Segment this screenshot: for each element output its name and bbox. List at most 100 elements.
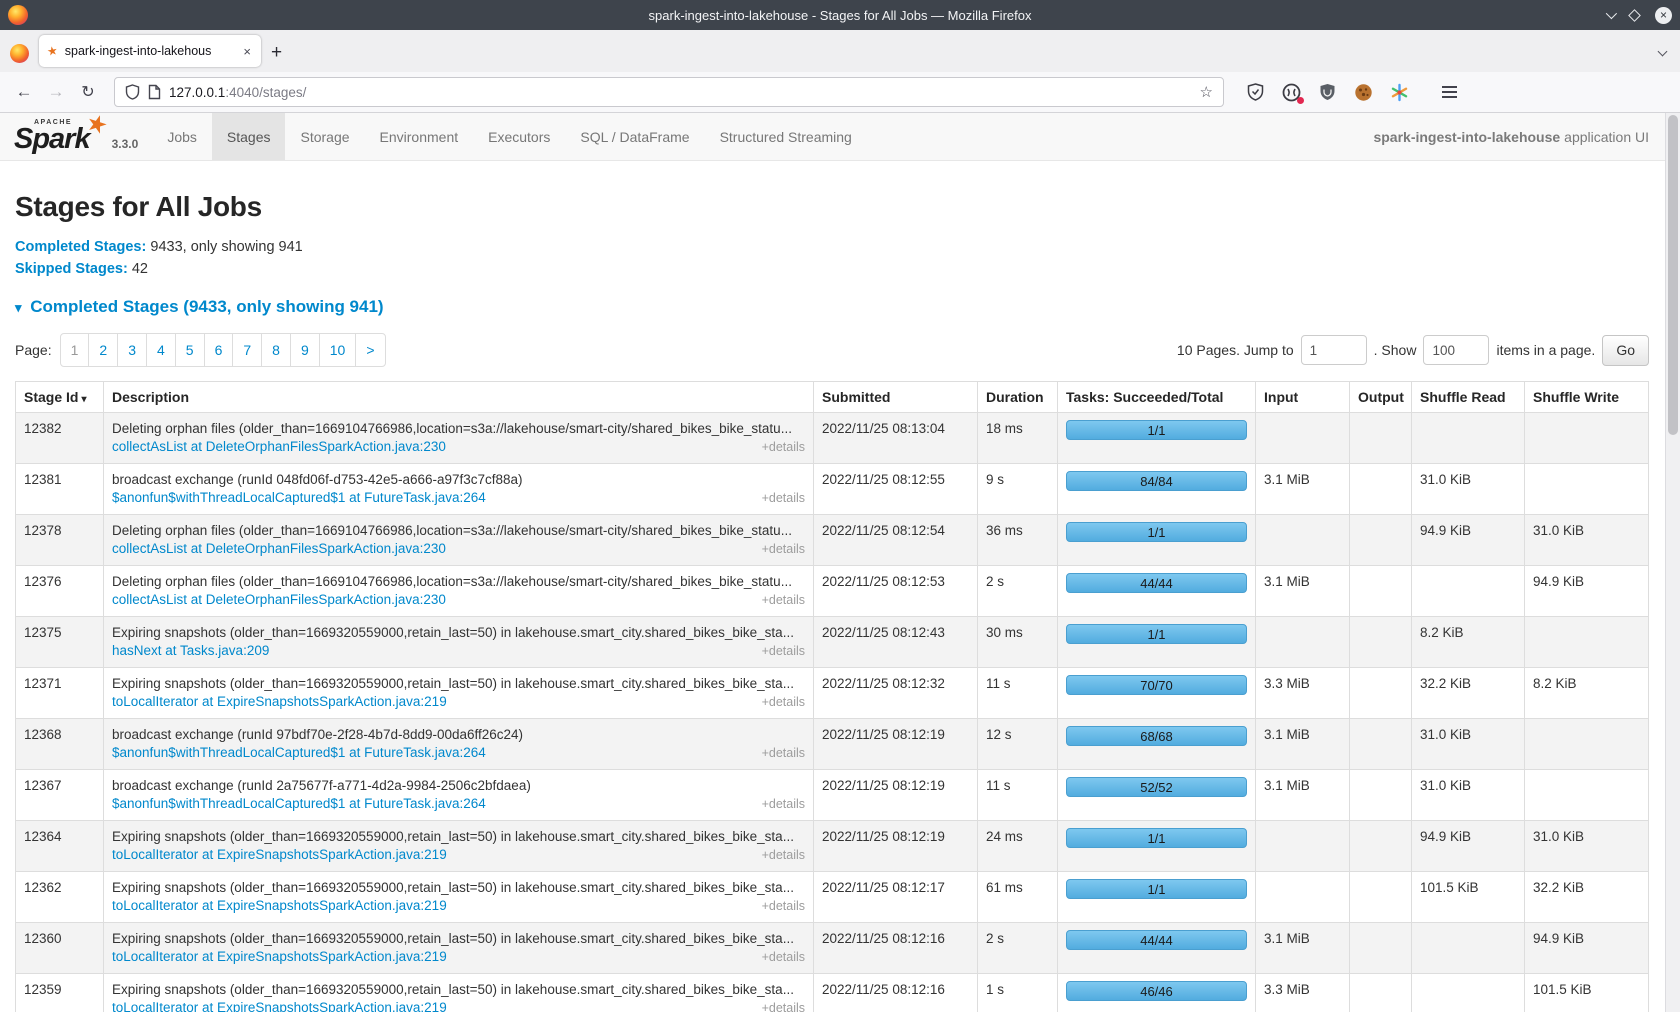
submitted-cell: 2022/11/25 08:12:16 xyxy=(814,923,978,974)
page-button-8[interactable]: 8 xyxy=(261,333,291,367)
details-toggle[interactable]: +details xyxy=(762,642,805,660)
details-toggle[interactable]: +details xyxy=(762,897,805,915)
stage-detail-link[interactable]: toLocalIterator at ExpireSnapshotsSparkA… xyxy=(112,948,447,966)
column-header-stage-id[interactable]: Stage Id▾ xyxy=(16,382,104,413)
extension-asterisk-icon[interactable] xyxy=(1390,83,1409,102)
description-cell: Deleting orphan files (older_than=166910… xyxy=(104,413,814,464)
stage-detail-link[interactable]: $anonfun$withThreadLocalCaptured$1 at Fu… xyxy=(112,795,486,813)
input-cell xyxy=(1256,413,1350,464)
stage-detail-link[interactable]: toLocalIterator at ExpireSnapshotsSparkA… xyxy=(112,846,447,864)
column-header-tasks-succeeded-total[interactable]: Tasks: Succeeded/Total xyxy=(1058,382,1256,413)
column-header-output[interactable]: Output xyxy=(1350,382,1412,413)
nav-item-jobs[interactable]: Jobs xyxy=(152,113,212,160)
url-bar[interactable]: 127.0.0.1:4040/stages/ ☆ xyxy=(114,77,1224,107)
scrollbar-thumb[interactable] xyxy=(1668,115,1678,435)
new-tab-button[interactable]: + xyxy=(271,43,282,62)
stage-detail-link[interactable]: toLocalIterator at ExpireSnapshotsSparkA… xyxy=(112,897,447,915)
stage-detail-link[interactable]: collectAsList at DeleteOrphanFilesSparkA… xyxy=(112,591,446,609)
go-button[interactable]: Go xyxy=(1602,335,1649,366)
spark-logo[interactable]: APACHE Spark ★ xyxy=(14,119,104,154)
page-button-4[interactable]: 4 xyxy=(146,333,176,367)
column-header-description[interactable]: Description xyxy=(104,382,814,413)
details-toggle[interactable]: +details xyxy=(762,744,805,762)
jump-to-page-input[interactable] xyxy=(1301,335,1367,365)
bookmark-star-icon[interactable]: ☆ xyxy=(1200,83,1213,101)
extension-container-icon[interactable] xyxy=(1282,83,1301,102)
page-button-3[interactable]: 3 xyxy=(117,333,147,367)
browser-tab[interactable]: ★ spark-ingest-into-lakehous × xyxy=(39,35,261,67)
page-button-6[interactable]: 6 xyxy=(204,333,234,367)
page-button-2[interactable]: 2 xyxy=(88,333,118,367)
back-button[interactable]: ← xyxy=(10,82,38,102)
details-toggle[interactable]: +details xyxy=(762,846,805,864)
nav-item-environment[interactable]: Environment xyxy=(365,113,474,160)
url-text[interactable]: 127.0.0.1:4040/stages/ xyxy=(169,85,1192,100)
output-cell xyxy=(1350,413,1412,464)
nav-item-sql-dataframe[interactable]: SQL / DataFrame xyxy=(565,113,704,160)
cookie-icon[interactable] xyxy=(1354,83,1373,102)
shuffle-write-cell: 31.0 KiB xyxy=(1525,821,1649,872)
nav-item-storage[interactable]: Storage xyxy=(285,113,364,160)
column-header-input[interactable]: Input xyxy=(1256,382,1350,413)
menu-icon[interactable] xyxy=(1442,86,1457,97)
details-toggle[interactable]: +details xyxy=(762,999,805,1012)
description-cell: Expiring snapshots (older_than=166932055… xyxy=(104,668,814,719)
nav-item-executors[interactable]: Executors xyxy=(473,113,565,160)
details-toggle[interactable]: +details xyxy=(762,489,805,507)
stage-detail-link[interactable]: collectAsList at DeleteOrphanFilesSparkA… xyxy=(112,540,446,558)
tasks-progress-bar: 1/1 xyxy=(1066,420,1247,440)
extension-shield-check-icon[interactable] xyxy=(1246,83,1265,102)
page-button-9[interactable]: 9 xyxy=(290,333,320,367)
stage-detail-link[interactable]: $anonfun$withThreadLocalCaptured$1 at Fu… xyxy=(112,744,486,762)
shuffle-read-cell: 94.9 KiB xyxy=(1412,515,1525,566)
page-info-icon[interactable] xyxy=(148,84,161,100)
description-cell: Deleting orphan files (older_than=166910… xyxy=(104,515,814,566)
stage-description: Expiring snapshots (older_than=166932055… xyxy=(112,981,805,999)
details-toggle[interactable]: +details xyxy=(762,948,805,966)
firefox-view-icon[interactable] xyxy=(10,44,29,63)
stage-detail-link[interactable]: toLocalIterator at ExpireSnapshotsSparkA… xyxy=(112,693,447,711)
column-header-duration[interactable]: Duration xyxy=(978,382,1058,413)
tasks-cell: 46/46 xyxy=(1058,974,1256,1012)
stage-detail-link[interactable]: hasNext at Tasks.java:209 xyxy=(112,642,269,660)
column-header-submitted[interactable]: Submitted xyxy=(814,382,978,413)
submitted-cell: 2022/11/25 08:12:19 xyxy=(814,719,978,770)
skipped-stages-label: Skipped Stages: xyxy=(15,261,128,277)
column-header-shuffle-read[interactable]: Shuffle Read xyxy=(1412,382,1525,413)
stage-detail-link[interactable]: toLocalIterator at ExpireSnapshotsSparkA… xyxy=(112,999,447,1012)
items-per-page-input[interactable] xyxy=(1423,335,1489,365)
completed-stages-label: Completed Stages: xyxy=(15,239,146,255)
shield-icon[interactable] xyxy=(125,84,140,100)
table-row: 12360Expiring snapshots (older_than=1669… xyxy=(16,923,1649,974)
nav-item-structured-streaming[interactable]: Structured Streaming xyxy=(705,113,867,160)
details-toggle[interactable]: +details xyxy=(762,540,805,558)
ublock-shield-icon[interactable] xyxy=(1318,83,1337,102)
tab-close-icon[interactable]: × xyxy=(241,43,253,60)
details-toggle[interactable]: +details xyxy=(762,438,805,456)
details-toggle[interactable]: +details xyxy=(762,795,805,813)
nav-item-stages[interactable]: Stages xyxy=(212,113,286,160)
stage-detail-link[interactable]: collectAsList at DeleteOrphanFilesSparkA… xyxy=(112,438,446,456)
input-cell xyxy=(1256,515,1350,566)
page-button-10[interactable]: 10 xyxy=(319,333,357,367)
window-close-icon[interactable]: × xyxy=(1655,7,1672,24)
page-button-7[interactable]: 7 xyxy=(232,333,262,367)
submitted-cell: 2022/11/25 08:12:43 xyxy=(814,617,978,668)
column-header-shuffle-write[interactable]: Shuffle Write xyxy=(1525,382,1649,413)
reload-button[interactable]: ↻ xyxy=(74,82,102,102)
stage-detail-link[interactable]: $anonfun$withThreadLocalCaptured$1 at Fu… xyxy=(112,489,486,507)
stage-description: Expiring snapshots (older_than=166932055… xyxy=(112,828,805,846)
spark-nav-items: JobsStagesStorageEnvironmentExecutorsSQL… xyxy=(152,113,867,160)
window-minimize-icon[interactable] xyxy=(1606,8,1617,19)
list-tabs-icon[interactable] xyxy=(1658,47,1668,57)
completed-stages-section-toggle[interactable]: ▾ Completed Stages (9433, only showing 9… xyxy=(15,297,1649,317)
details-toggle[interactable]: +details xyxy=(762,591,805,609)
page-button-1[interactable]: 1 xyxy=(60,333,90,367)
page-scrollbar[interactable] xyxy=(1665,113,1680,1012)
tasks-cell: 52/52 xyxy=(1058,770,1256,821)
input-cell: 3.3 MiB xyxy=(1256,668,1350,719)
page-button-5[interactable]: 5 xyxy=(175,333,205,367)
next-page-button[interactable]: > xyxy=(355,333,385,367)
window-maximize-icon[interactable] xyxy=(1628,9,1641,22)
details-toggle[interactable]: +details xyxy=(762,693,805,711)
